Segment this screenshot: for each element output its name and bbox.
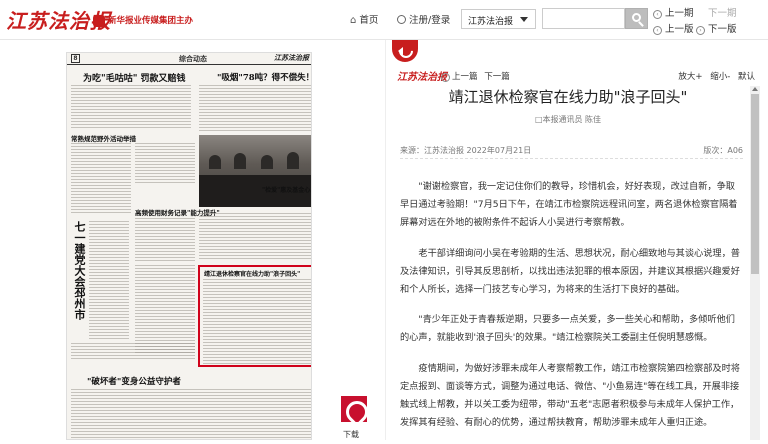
publisher-mark-icon: [93, 14, 105, 27]
article-source: 来源：江苏法治报 2022年07月21日: [400, 146, 532, 155]
search-button[interactable]: [625, 8, 648, 29]
np-headline-3[interactable]: 常熟规范野外活动举措: [71, 133, 136, 143]
np-headline-7[interactable]: "破坏者"变身公益守护者: [87, 375, 181, 387]
prev-article-icon: ‹: [441, 73, 450, 82]
np-text-block: [71, 143, 131, 215]
prev-page-label: 上一版: [665, 24, 694, 35]
prev-page-icon: ‹: [653, 26, 662, 35]
np-photo-figure: [261, 155, 273, 169]
search-input[interactable]: [542, 8, 625, 29]
pdf-download-button[interactable]: [341, 396, 367, 428]
np-text-block: [199, 213, 311, 261]
article-paper-logo: 江苏法治报: [397, 72, 447, 83]
paper-select-dropdown[interactable]: 江苏法治报: [461, 9, 536, 29]
np-photo-figure: [287, 152, 299, 169]
np-vertical-headline[interactable]: 七一建党大会邳州市: [71, 221, 87, 331]
newspaper-page[interactable]: 8 综合动态 江苏法治报 为吃"毛咕咕" 罚款又赔钱 "吸烟"78吨？得不偿失！…: [66, 52, 312, 440]
article-scrollbar[interactable]: [750, 86, 760, 440]
zoom-controls: 放大+ 缩小- 默认: [673, 70, 755, 82]
publisher-tagline: 新华报业传媒集团主办: [93, 14, 193, 27]
next-issue-label: 下一期: [708, 8, 737, 19]
np-photo-figure: [234, 153, 246, 169]
np-headline-1[interactable]: 为吃"毛咕咕" 罚款又赔钱: [83, 71, 186, 84]
np-text-block: [71, 389, 311, 439]
article-paragraph: "谢谢检察官，我一定记住你们的教导，珍惜机会，好好表现，改过自新，争取早日通过考…: [400, 181, 738, 229]
top-bar: 江苏法治报 新华报业传媒集团主办 ⌂ 首页 注册/登录 江苏法治报 ‹ 上一期 下一…: [0, 0, 768, 40]
np-text-block: [203, 279, 311, 364]
zoom-in-button[interactable]: 放大+: [678, 72, 702, 82]
prev-article-link[interactable]: 上一篇: [452, 72, 478, 82]
article-byline: □本报通讯员 陈佳: [534, 115, 602, 124]
page-number: 8: [71, 54, 80, 63]
np-headline-6[interactable]: 靖江退休检察官在线力助"浪子回头": [204, 269, 300, 278]
next-article-link[interactable]: 下一篇: [484, 72, 510, 82]
pdf-icon: [341, 396, 367, 422]
np-photo: [199, 135, 311, 207]
np-photo-figure: [209, 155, 221, 169]
scrollbar-thumb[interactable]: [751, 94, 759, 274]
np-text-block: [135, 265, 195, 355]
home-icon: ⌂: [350, 15, 357, 26]
prev-issue-label: 上一期: [665, 8, 694, 19]
article-paragraph: "青少年正处于青春叛逆期，只要多一点关爱，多一些关心和帮助，多倾听他们的心声，就…: [400, 314, 735, 344]
publisher-tagline-text: 新华报业传媒集团主办: [108, 16, 194, 26]
search-icon-handle: [638, 21, 644, 27]
next-issue-link[interactable]: 下一期: [708, 5, 737, 19]
np-headline-5[interactable]: "检爱"惠及基金心系困难群众: [262, 185, 311, 194]
np-text-block: [89, 221, 129, 339]
paper-select-value: 江苏法治报: [468, 17, 514, 27]
np-text-block: [71, 85, 191, 129]
article-nav: ‹ 上一篇 下一篇: [441, 70, 510, 82]
np-text-block: [135, 218, 195, 262]
pdf-download-label[interactable]: 下载: [343, 429, 359, 440]
login-label: 注册/登录: [409, 15, 451, 26]
zoom-default-button[interactable]: 默认: [738, 72, 755, 82]
caret-down-icon: [520, 17, 528, 22]
selected-article-highlight[interactable]: 靖江退休检察官在线力助"浪子回头": [198, 265, 311, 367]
user-icon: [397, 15, 406, 24]
home-link[interactable]: ⌂ 首页: [350, 12, 378, 26]
prev-page-link[interactable]: ‹ 上一版: [653, 21, 694, 35]
next-page-icon: ›: [696, 26, 705, 35]
next-page-label: 下一版: [708, 24, 737, 35]
article-paragraph: 老干部详细询问小吴在考验期的生活、思想状况，耐心细致地与其谈心说理，普及法律知识…: [400, 247, 740, 296]
newspaper-page-header: 8 综合动态 江苏法治报: [67, 53, 311, 65]
article-toolbar: 江苏法治报 ‹ 上一篇 下一篇 放大+ 缩小- 默认: [397, 68, 757, 84]
np-text-block: [199, 85, 311, 131]
article-title: 靖江退休检察官在线力助"浪子回头": [448, 88, 688, 106]
login-link[interactable]: 注册/登录: [397, 12, 450, 26]
page-section: 综合动态: [179, 55, 207, 63]
np-headline-2[interactable]: "吸烟"78吨？得不偿失！: [217, 71, 311, 83]
article-meta: 来源：江苏法治报 2022年07月21日 版次：A06: [400, 143, 743, 159]
np-text-block: [71, 343, 195, 359]
article-page: 版次：A06: [703, 146, 743, 155]
scroll-up-icon[interactable]: [752, 87, 758, 91]
zoom-out-button[interactable]: 缩小-: [710, 72, 730, 82]
prev-issue-link[interactable]: ‹ 上一期: [653, 5, 694, 19]
np-text-block: [135, 143, 195, 183]
home-label: 首页: [359, 15, 379, 26]
next-page-link[interactable]: › 下一版: [696, 21, 737, 35]
article-paragraph: 疫情期间，为做好涉罪未成年人考察帮教工作，靖江市检察院第四检察部及时将定点报到、…: [400, 362, 740, 429]
page-paper-name: 江苏法治报: [274, 54, 309, 62]
prev-issue-icon: ‹: [653, 10, 662, 19]
article-body: "谢谢检察官，我一定记住你们的教导，珍惜机会，好好表现，改过自新，争取早日通过考…: [400, 178, 743, 444]
